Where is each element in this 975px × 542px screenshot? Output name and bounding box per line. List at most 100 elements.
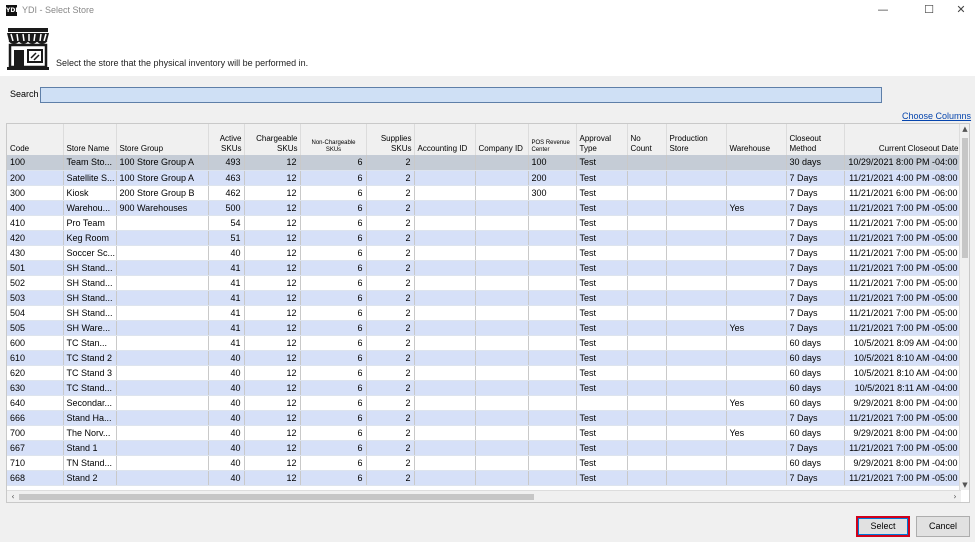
table-row[interactable]: 400 Warehou... 900 Warehouses 500 12 6 2 Test Ye…	[7, 200, 962, 216]
cell-current-closeout-date: 11/21/2021 7:00 PM -05:00	[844, 200, 962, 216]
cell-no-count	[627, 215, 667, 231]
cell-warehouse	[726, 350, 787, 366]
select-button[interactable]: Select	[856, 516, 910, 537]
column-header-production-store[interactable]: Production Store	[666, 124, 727, 155]
cell-pos-revenue-center	[528, 335, 577, 351]
table-row[interactable]: 300 Kiosk 200 Store Group B 462 12 6 2 300 Test 7…	[7, 185, 962, 201]
cell-non-chargeable-skus: 6	[300, 200, 367, 216]
vertical-scrollbar[interactable]: ▲ ▼	[959, 124, 969, 490]
table-row[interactable]: 200 Satellite S... 100 Store Group A 463 12 6…	[7, 170, 962, 186]
table-row[interactable]: 610 TC Stand 2 40 12 6 2 Test 60 days 10/5/2021 …	[7, 350, 962, 366]
column-header-store-group[interactable]: Store Group	[116, 124, 209, 155]
column-header-no-count[interactable]: No Count	[627, 124, 667, 155]
table-row[interactable]: 630 TC Stand... 40 12 6 2 Test 60 days 10/5/2021…	[7, 380, 962, 396]
scroll-right-icon[interactable]: ›	[950, 491, 960, 502]
column-header-approval-type[interactable]: Approval Type	[576, 124, 628, 155]
table-row[interactable]: 667 Stand 1 40 12 6 2 Test 7 Days 11/21/2021 7:0…	[7, 440, 962, 456]
cell-approval-type: Test	[576, 425, 628, 441]
table-row[interactable]: 600 TC Stan... 41 12 6 2 Test 60 days 10/5/2021 …	[7, 335, 962, 351]
vertical-scroll-thumb[interactable]	[962, 138, 968, 258]
cell-warehouse	[726, 470, 787, 486]
cell-store-group: 200 Store Group B	[116, 185, 209, 201]
column-header-supplies-skus[interactable]: Supplies SKUs	[366, 124, 415, 155]
cell-accounting-id	[414, 320, 476, 336]
column-header-store-name[interactable]: Store Name	[63, 124, 117, 155]
scroll-left-icon[interactable]: ‹	[8, 491, 18, 502]
cell-store-group	[116, 335, 209, 351]
scroll-down-icon[interactable]: ▼	[960, 481, 969, 489]
cell-code: 430	[7, 245, 64, 261]
scroll-up-icon[interactable]: ▲	[960, 125, 969, 133]
column-header-accounting-id[interactable]: Accounting ID	[414, 124, 476, 155]
cell-pos-revenue-center	[528, 320, 577, 336]
cell-non-chargeable-skus: 6	[300, 245, 367, 261]
cell-approval-type	[576, 395, 628, 411]
table-row[interactable]: 410 Pro Team 54 12 6 2 Test 7 Days 11/21/2021 7:…	[7, 215, 962, 231]
cell-approval-type: Test	[576, 470, 628, 486]
column-header-non-chargeable-skus[interactable]: Non-Chargeable SKUs	[300, 124, 367, 155]
horizontal-scroll-thumb[interactable]	[19, 494, 534, 500]
cell-pos-revenue-center	[528, 410, 577, 426]
choose-columns-link[interactable]: Choose Columns	[902, 111, 971, 121]
table-row[interactable]: 620 TC Stand 3 40 12 6 2 Test 60 days 10/5/2021 …	[7, 365, 962, 381]
table-row[interactable]: 501 SH Stand... 41 12 6 2 Test 7 Days 11/21/2021…	[7, 260, 962, 276]
app-logo-icon: YDI	[6, 5, 18, 16]
cell-pos-revenue-center	[528, 275, 577, 291]
cell-production-store	[666, 185, 727, 201]
table-row[interactable]: 505 SH Ware... 41 12 6 2 Test Yes 7 Days 11/21/20…	[7, 320, 962, 336]
close-icon[interactable]: ✕	[950, 2, 972, 18]
column-header-pos-revenue-center[interactable]: POS Revenue Center	[528, 124, 577, 155]
cell-store-name: Team Sto...	[63, 155, 117, 171]
cell-company-id	[475, 365, 529, 381]
column-header-warehouse[interactable]: Warehouse	[726, 124, 787, 155]
cell-store-name: Warehou...	[63, 200, 117, 216]
cell-code: 501	[7, 260, 64, 276]
cell-closeout-method: 7 Days	[786, 200, 845, 216]
column-header-active-skus[interactable]: Active SKUs	[208, 124, 245, 155]
cell-non-chargeable-skus: 6	[300, 215, 367, 231]
column-header-code[interactable]: Code	[7, 124, 64, 155]
table-row[interactable]: 710 TN Stand... 40 12 6 2 Test 60 days 9/29/2021…	[7, 455, 962, 471]
cell-store-name: Satellite S...	[63, 170, 117, 186]
cell-supplies-skus: 2	[366, 230, 415, 246]
header-row: Code Store Name Store Group Active SKUs …	[7, 124, 962, 155]
table-row[interactable]: 430 Soccer Sc... 40 12 6 2 Test 7 Days 11/21/202…	[7, 245, 962, 261]
cell-chargeable-skus: 12	[244, 155, 301, 171]
minimize-icon[interactable]: —	[872, 2, 894, 18]
table-row[interactable]: 503 SH Stand... 41 12 6 2 Test 7 Days 11/21/2021…	[7, 290, 962, 306]
store-grid[interactable]: Code Store Name Store Group Active SKUs …	[6, 123, 970, 503]
table-row[interactable]: 700 The Norv... 40 12 6 2 Test Yes 60 days 9/29/2…	[7, 425, 962, 441]
cell-code: 200	[7, 170, 64, 186]
maximize-icon[interactable]: ☐	[918, 2, 940, 18]
table-row[interactable]: 666 Stand Ha... 40 12 6 2 Test 7 Days 11/21/2021…	[7, 410, 962, 426]
table-row[interactable]: 100 Team Sto... 100 Store Group A 493 12 6 2 10…	[7, 155, 962, 171]
table-row[interactable]: 420 Keg Room 51 12 6 2 Test 7 Days 11/21/2021 7:…	[7, 230, 962, 246]
table-row[interactable]: 502 SH Stand... 41 12 6 2 Test 7 Days 11/21/2021…	[7, 275, 962, 291]
table-row[interactable]: 640 Secondar... 40 12 6 2 Yes 60 days 9/29/2021 …	[7, 395, 962, 411]
cancel-button[interactable]: Cancel	[916, 516, 970, 537]
cell-production-store	[666, 350, 727, 366]
cell-closeout-method: 60 days	[786, 455, 845, 471]
column-header-chargeable-skus[interactable]: Chargeable SKUs	[244, 124, 301, 155]
cell-active-skus: 41	[208, 320, 245, 336]
horizontal-scrollbar[interactable]: ‹ ›	[7, 490, 961, 502]
cell-chargeable-skus: 12	[244, 395, 301, 411]
cell-warehouse	[726, 155, 787, 171]
cell-company-id	[475, 410, 529, 426]
cell-production-store	[666, 170, 727, 186]
cell-no-count	[627, 260, 667, 276]
column-header-closeout-method[interactable]: Closeout Method	[786, 124, 845, 155]
table-row[interactable]: 668 Stand 2 40 12 6 2 Test 7 Days 11/21/2021 7:0…	[7, 470, 962, 486]
cell-store-name: SH Stand...	[63, 305, 117, 321]
search-input[interactable]	[40, 87, 882, 103]
cell-approval-type: Test	[576, 185, 628, 201]
table-row[interactable]: 504 SH Stand... 41 12 6 2 Test 7 Days 11/21/2021…	[7, 305, 962, 321]
column-header-current-closeout-date[interactable]: Current Closeout Date	[844, 124, 962, 155]
cell-non-chargeable-skus: 6	[300, 230, 367, 246]
cell-store-group	[116, 425, 209, 441]
cell-approval-type: Test	[576, 215, 628, 231]
column-header-company-id[interactable]: Company ID	[475, 124, 529, 155]
cell-pos-revenue-center	[528, 245, 577, 261]
cell-approval-type: Test	[576, 155, 628, 171]
cell-no-count	[627, 425, 667, 441]
